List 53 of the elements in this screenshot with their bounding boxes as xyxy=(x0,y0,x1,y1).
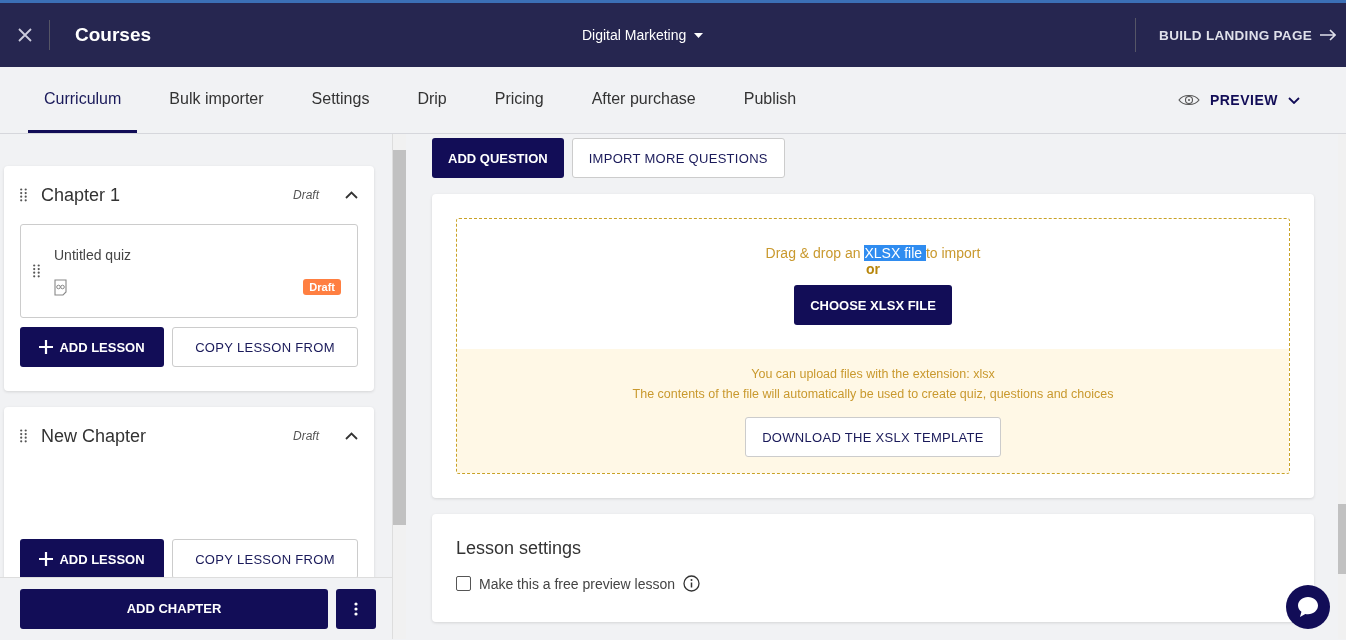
lesson-item[interactable]: Untitled quiz Draft xyxy=(20,224,358,318)
lesson-title: Untitled quiz xyxy=(54,246,133,263)
quiz-icon xyxy=(54,278,67,296)
tab[interactable]: Settings xyxy=(295,67,386,133)
plus-icon xyxy=(39,552,54,566)
chat-button[interactable] xyxy=(1286,585,1330,629)
chevron-up-icon xyxy=(345,432,358,440)
chapter-title: New Chapter xyxy=(41,425,148,447)
section-title: Lesson settings xyxy=(456,538,583,559)
choose-file-button[interactable]: CHOOSE XLSX FILE xyxy=(794,285,952,325)
eye-icon xyxy=(1177,93,1200,107)
add-lesson-button[interactable]: ADD LESSON xyxy=(20,327,164,367)
drag-handle-icon[interactable] xyxy=(20,429,27,443)
copy-lesson-button[interactable]: COPY LESSON FROM xyxy=(172,327,358,367)
drop-instruction: Drag & drop an XLSX file to import xyxy=(765,245,981,261)
chevron-up-icon xyxy=(345,191,358,199)
tab[interactable]: After purchase xyxy=(575,67,712,133)
chapter-status: Draft xyxy=(293,188,319,202)
info-text: The contents of the file will automatically be used to create quiz, questions and choices xyxy=(632,387,1114,401)
chapter-title: Chapter 1 xyxy=(41,184,122,206)
or-label: or xyxy=(866,261,880,277)
tab[interactable]: Pricing xyxy=(478,67,560,133)
add-chapter-button[interactable]: ADD CHAPTER xyxy=(20,588,328,629)
copy-lesson-button[interactable]: COPY LESSON FROM xyxy=(172,539,358,577)
drag-handle-icon[interactable] xyxy=(33,264,40,278)
info-text: You can upload files with the extension: xlsx xyxy=(751,367,995,381)
status-badge: Draft xyxy=(303,279,341,295)
more-vertical-icon xyxy=(354,601,358,616)
checkbox-label: Make this a free preview lesson xyxy=(479,575,676,592)
tab[interactable]: Publish xyxy=(727,67,813,133)
import-questions-button[interactable]: IMPORT MORE QUESTIONS xyxy=(571,138,785,178)
checkbox[interactable] xyxy=(456,576,471,591)
plus-icon xyxy=(39,340,54,354)
drop-zone[interactable] xyxy=(456,218,1290,474)
chapter-status: Draft xyxy=(293,429,319,443)
add-question-button[interactable]: ADD QUESTION xyxy=(432,138,564,178)
more-button[interactable] xyxy=(336,588,376,629)
close-icon xyxy=(17,28,32,42)
chevron-down-icon xyxy=(1288,96,1300,104)
caret-icon xyxy=(694,32,704,38)
speech-bubble-icon xyxy=(1296,595,1320,619)
preview-button[interactable]: PREVIEW xyxy=(1171,67,1306,133)
page-title: Courses xyxy=(75,24,153,46)
info-icon[interactable] xyxy=(683,575,701,592)
arrow-right-icon xyxy=(1320,29,1336,41)
tab[interactable]: Drip xyxy=(401,67,463,133)
build-landing-page-button[interactable]: BUILD LANDING PAGE xyxy=(1135,18,1346,52)
download-template-button[interactable]: DOWNLOAD THE XSLX TEMPLATE xyxy=(745,417,1001,457)
add-lesson-button[interactable]: ADD LESSON xyxy=(20,539,164,577)
tab[interactable]: Curriculum xyxy=(28,67,138,133)
course-selector[interactable]: Digital Marketing xyxy=(582,27,1136,43)
tab[interactable]: Bulk importer xyxy=(153,67,280,133)
drag-handle-icon[interactable] xyxy=(20,188,27,202)
